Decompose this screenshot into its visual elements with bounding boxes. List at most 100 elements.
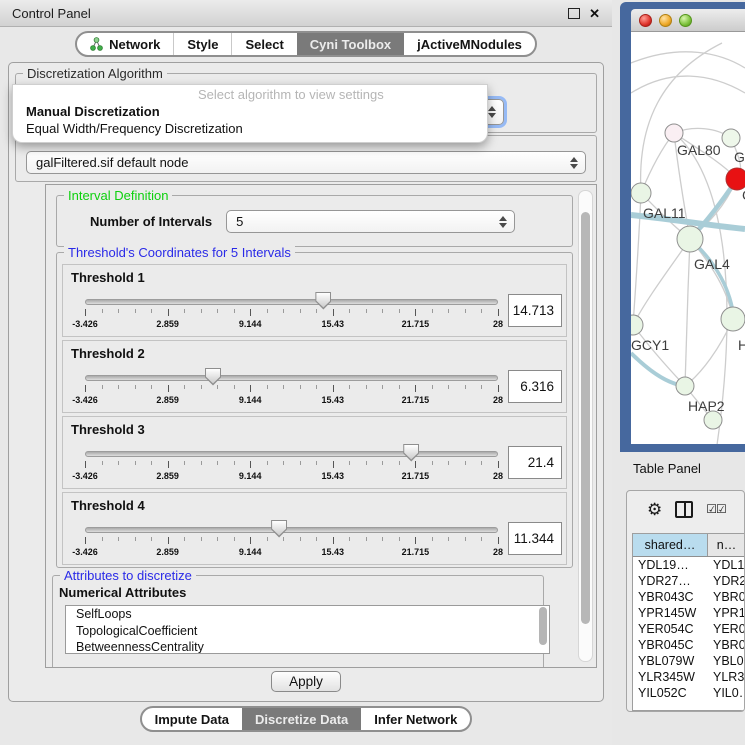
zoom-traffic-light[interactable]	[679, 14, 692, 27]
slider-track[interactable]: -3.4262.8599.14415.4321.71528	[85, 364, 498, 410]
float-window-icon[interactable]	[568, 8, 580, 19]
network-node[interactable]	[677, 226, 703, 252]
network-window-titlebar	[631, 9, 745, 32]
node-label: GCY1	[631, 337, 669, 353]
close-icon[interactable]: ✕	[589, 7, 600, 20]
network-node[interactable]	[676, 377, 694, 395]
threshold-value-field[interactable]: 11.344	[508, 522, 562, 555]
threshold-slider-4: Threshold 4 -3.4262.8599.14415.4321.7152…	[62, 492, 567, 565]
table-body: YDL19…YDL1…YDR27…YDR2…YBR043CYBR0…YPR145…	[633, 557, 745, 701]
slider-rail[interactable]	[85, 527, 498, 533]
tab-select[interactable]: Select	[231, 33, 296, 55]
application-window: Control Panel ✕ Network Styl	[0, 0, 745, 745]
table-data-combobox[interactable]: galFiltered.sif default node	[26, 151, 586, 174]
threshold-label: Threshold 2	[71, 346, 145, 361]
settings-gear-icon[interactable]: ⚙	[647, 501, 662, 518]
network-node[interactable]	[665, 124, 683, 142]
split-table-icon[interactable]	[675, 501, 693, 518]
node-table: shared… n… YDL19…YDL1…YDR27…YDR2…YBR043C…	[632, 533, 745, 711]
table-row[interactable]: YBR045CYBR0…	[633, 637, 745, 653]
numerical-attributes-list[interactable]: SelfLoopsTopologicalCoefficientBetweenne…	[65, 605, 550, 654]
network-node[interactable]	[631, 315, 643, 335]
list-scrollbar[interactable]	[539, 607, 548, 651]
dropdown-item-manual-discretization[interactable]: Manual Discretization	[13, 104, 487, 121]
close-traffic-light[interactable]	[639, 14, 652, 27]
slider-rail[interactable]	[85, 451, 498, 457]
combo-arrows-icon	[570, 157, 578, 169]
threshold-label: Threshold 3	[71, 422, 145, 437]
group-title: Discretization Algorithm	[23, 66, 167, 81]
panel-title: Control Panel	[12, 6, 91, 21]
group-title: Attributes to discretize	[60, 568, 196, 583]
attribute-item[interactable]: BetweennessCentrality	[66, 639, 549, 654]
table-row[interactable]: YLR345WYLR3…	[633, 669, 745, 685]
num-intervals-combobox[interactable]: 5	[226, 210, 515, 233]
tab-discretize-data[interactable]: Discretize Data	[242, 708, 361, 730]
panel-scrollbar[interactable]	[578, 190, 593, 662]
slider-scale-labels: -3.4262.8599.14415.4321.71528	[85, 319, 498, 330]
numerical-attributes-heading: Numerical Attributes	[59, 585, 186, 600]
tab-infer-network[interactable]: Infer Network	[361, 708, 470, 730]
table-row[interactable]: YER054CYER0…	[633, 621, 745, 637]
tab-style[interactable]: Style	[173, 33, 231, 55]
threshold-value-field[interactable]: 21.4	[508, 446, 562, 479]
tab-impute-data[interactable]: Impute Data	[142, 708, 242, 730]
table-row[interactable]: YPR145WYPR1…	[633, 605, 745, 621]
table-row[interactable]: YBL079WYBL0…	[633, 653, 745, 669]
node-label: HAP2	[688, 398, 725, 414]
combobox-value: 5	[236, 214, 243, 229]
slider-thumb[interactable]	[403, 444, 419, 462]
column-header-name[interactable]: n…	[708, 534, 745, 556]
node-label: GAL4	[694, 256, 730, 272]
table-row[interactable]: YBR043CYBR0…	[633, 589, 745, 605]
tab-label: Impute Data	[155, 712, 229, 727]
threshold-value-field[interactable]: 6.316	[508, 370, 562, 403]
slider-thumb[interactable]	[205, 368, 221, 386]
network-node[interactable]	[704, 411, 722, 429]
tab-cyni-toolbox[interactable]: Cyni Toolbox	[297, 33, 404, 55]
tab-jactivemnodules[interactable]: jActiveMNodules	[404, 33, 535, 55]
slider-track[interactable]: -3.4262.8599.14415.4321.71528	[85, 288, 498, 334]
network-view-window: GAL80GACGAL11GAL4GCY1HHAP2	[620, 2, 745, 452]
num-intervals-label: Number of Intervals	[90, 214, 212, 229]
tab-network[interactable]: Network	[77, 33, 173, 55]
algorithm-dropdown-popup: Select algorithm to view settings Manual…	[12, 84, 488, 143]
table-panel: ⚙ ☑☑ shared… n… YDL19…YDL1…YDR27…YDR2…YB…	[626, 490, 745, 712]
slider-rail[interactable]	[85, 375, 498, 381]
apply-button[interactable]: Apply	[271, 671, 341, 692]
minimize-traffic-light[interactable]	[659, 14, 672, 27]
table-row[interactable]: YIL052CYIL0…	[633, 685, 745, 701]
node-label: GAL11	[643, 205, 686, 221]
tab-label: Infer Network	[374, 712, 457, 727]
slider-thumb[interactable]	[315, 292, 331, 310]
slider-ticks	[85, 309, 498, 317]
table-row[interactable]: YDR27…YDR2…	[633, 573, 745, 589]
select-columns-icon[interactable]: ☑☑	[706, 502, 726, 516]
dropdown-prompt-item: Select algorithm to view settings	[13, 87, 487, 104]
right-column: GAL80GACGAL11GAL4GCY1HHAP2 Table Panel ⚙…	[612, 0, 745, 745]
network-node[interactable]	[631, 183, 651, 203]
network-node[interactable]	[721, 307, 745, 331]
slider-track[interactable]: -3.4262.8599.14415.4321.71528	[85, 516, 498, 562]
attribute-item[interactable]: TopologicalCoefficient	[66, 623, 549, 640]
tab-label: Select	[245, 37, 283, 52]
tab-label: Discretize Data	[255, 712, 348, 727]
attribute-item[interactable]: SelfLoops	[66, 606, 549, 623]
combo-arrows-icon	[499, 216, 507, 228]
dropdown-item-equal-width-frequency[interactable]: Equal Width/Frequency Discretization	[13, 121, 487, 138]
threshold-slider-2: Threshold 2 -3.4262.8599.14415.4321.7152…	[62, 340, 567, 413]
table-row[interactable]: YDL19…YDL1…	[633, 557, 745, 573]
panel-scrollbar-thumb[interactable]	[581, 212, 590, 624]
control-panel-titlebar: Control Panel ✕	[0, 0, 612, 27]
table-panel-title: Table Panel	[633, 461, 701, 476]
slider-ticks	[85, 537, 498, 545]
network-node[interactable]	[722, 129, 740, 147]
slider-thumb[interactable]	[271, 520, 287, 538]
threshold-value-field[interactable]: 14.713	[508, 294, 562, 327]
column-header-shared-name[interactable]: shared…	[633, 534, 708, 556]
threshold-slider-3: Threshold 3 -3.4262.8599.14415.4321.7152…	[62, 416, 567, 489]
interval-definition-group: Interval Definition Number of Intervals …	[56, 195, 573, 247]
slider-rail[interactable]	[85, 299, 498, 305]
slider-track[interactable]: -3.4262.8599.14415.4321.71528	[85, 440, 498, 486]
network-canvas[interactable]: GAL80GACGAL11GAL4GCY1HHAP2	[631, 32, 745, 444]
